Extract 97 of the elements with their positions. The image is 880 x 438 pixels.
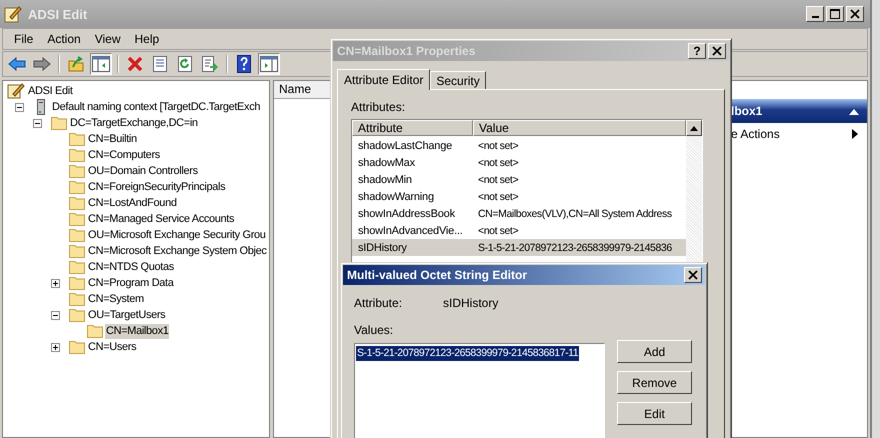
menu-item[interactable]: Help xyxy=(128,32,166,46)
folder-icon xyxy=(87,324,103,338)
attribute-name: showInAdvancedVie... xyxy=(357,224,464,236)
dialog-button[interactable]: Remove xyxy=(617,371,692,394)
attribute-row[interactable]: showInAddressBook CN=Mailboxes(VLV),CN=All System Address xyxy=(352,205,686,222)
close-button[interactable] xyxy=(846,6,864,22)
attribute-name: sIDHistory xyxy=(357,242,408,254)
tree-item[interactable]: CN=Microsoft Exchange System Objec xyxy=(87,244,268,258)
minimize-icon xyxy=(812,16,818,18)
attribute-value: S-1-5-21-2078972123-2658399979-2145836 xyxy=(477,242,672,254)
close-button[interactable] xyxy=(684,267,702,283)
collapse-icon[interactable] xyxy=(51,310,60,320)
attribute-name: shadowMin xyxy=(357,174,413,186)
close-icon xyxy=(712,46,722,56)
scroll-up-button[interactable] xyxy=(686,120,702,136)
maximize-icon xyxy=(830,9,840,19)
attribute-row[interactable]: shadowWarning <not set> xyxy=(352,188,686,205)
actions-title: lbox1 xyxy=(731,104,762,118)
menu-item[interactable]: View xyxy=(88,32,128,46)
notepad-icon xyxy=(4,5,22,23)
close-icon xyxy=(850,9,860,19)
folder-icon xyxy=(69,228,85,242)
folder-icon xyxy=(69,260,85,274)
folder-icon xyxy=(69,340,85,354)
tree-item[interactable]: CN=Builtin xyxy=(87,132,138,146)
attribute-name: shadowMax xyxy=(357,156,416,168)
folder-icon xyxy=(69,148,85,162)
folder-icon xyxy=(69,308,85,322)
attribute-name: sIDHistory xyxy=(443,296,498,310)
attribute-row[interactable]: shadowLastChange <not set> xyxy=(352,137,686,154)
maximize-button[interactable] xyxy=(826,6,844,22)
folder-icon xyxy=(69,132,85,146)
attribute-row[interactable]: shadowMin <not set> xyxy=(352,171,686,188)
collapse-icon[interactable] xyxy=(849,108,859,114)
tree-item[interactable]: CN=LostAndFound xyxy=(87,196,178,210)
minimize-button[interactable] xyxy=(806,6,824,22)
attribute-value: <not set> xyxy=(477,174,518,186)
folder-icon xyxy=(69,292,85,306)
expand-icon[interactable] xyxy=(51,342,60,352)
tree-item[interactable]: DC=TargetExchange,DC=in xyxy=(69,116,199,130)
attribute-label: Attribute: xyxy=(354,296,404,310)
dialog-title: CN=Mailbox1 Properties xyxy=(337,44,476,58)
tree-item[interactable]: Default naming context [TargetDC.TargetExch xyxy=(51,100,262,114)
attribute-value: <not set> xyxy=(477,140,518,152)
collapse-icon[interactable] xyxy=(33,118,42,128)
dialog-button[interactable]: Edit xyxy=(617,402,692,425)
window-title: ADSI Edit xyxy=(28,6,88,22)
expand-icon[interactable] xyxy=(51,278,60,288)
attribute-name: showInAddressBook xyxy=(357,208,456,220)
close-icon xyxy=(688,270,698,280)
folder-icon xyxy=(69,244,85,258)
collapse-icon[interactable] xyxy=(15,102,24,112)
attribute-name: shadowWarning xyxy=(357,190,435,202)
attribute-value: CN=Mailboxes(VLV),CN=All System Address xyxy=(477,208,672,220)
export-button[interactable] xyxy=(199,53,221,75)
tab[interactable]: Security xyxy=(430,71,486,89)
values-label: Values: xyxy=(354,323,394,337)
attribute-value: <not set> xyxy=(477,224,518,236)
tree-item[interactable]: CN=Managed Service Accounts xyxy=(87,212,236,226)
attribute-name: shadowLastChange xyxy=(357,140,454,152)
column-header[interactable]: Attribute xyxy=(352,120,473,136)
tree-item[interactable]: CN=Computers xyxy=(87,148,161,162)
menu-item[interactable]: Action xyxy=(40,32,88,46)
tree-item[interactable]: ADSI Edit xyxy=(27,84,74,98)
tree-item[interactable]: OU=Domain Controllers xyxy=(87,164,199,178)
tree-item[interactable]: CN=Program Data xyxy=(87,276,175,290)
attribute-row[interactable]: sIDHistory S-1-5-21-2078972123-2658399979-2145836 xyxy=(352,239,686,256)
submenu-arrow-icon xyxy=(852,129,858,139)
actions-header[interactable]: lbox1 xyxy=(731,99,867,123)
up-triangle-icon xyxy=(690,126,698,130)
tab[interactable]: Attribute Editor xyxy=(337,69,430,90)
attribute-value: <not set> xyxy=(477,156,518,168)
attributes-label: Attributes: xyxy=(351,100,406,114)
tree-item[interactable]: CN=System xyxy=(87,292,145,306)
attribute-value: <not set> xyxy=(477,190,518,202)
folder-icon xyxy=(69,212,85,226)
tree-toggle-button[interactable] xyxy=(90,53,112,75)
dialog-title: Multi-valued Octet String Editor xyxy=(347,268,528,282)
tree-item[interactable]: CN=Mailbox1 xyxy=(105,324,170,338)
dialog-button[interactable]: Add xyxy=(617,340,692,363)
menu-item[interactable]: File xyxy=(7,32,40,46)
folder-icon xyxy=(69,276,85,290)
tree-item[interactable]: CN=Users xyxy=(87,340,138,354)
action-pane-button[interactable] xyxy=(258,53,280,75)
tree-item[interactable]: CN=ForeignSecurityPrincipals xyxy=(87,180,226,194)
attribute-row[interactable]: showInAdvancedVie... <not set> xyxy=(352,222,686,239)
tree-item[interactable]: OU=Microsoft Exchange Security Grou xyxy=(87,228,267,242)
tree-item[interactable]: CN=NTDS Quotas xyxy=(87,260,175,274)
folder-icon xyxy=(69,196,85,210)
folder-icon xyxy=(51,116,67,130)
value-item[interactable]: S-1-5-21-2078972123-2658399979-2145836817-11 xyxy=(356,346,580,361)
folder-icon xyxy=(69,180,85,194)
column-header[interactable]: Value xyxy=(473,120,686,136)
notepad-icon xyxy=(7,83,25,99)
tree-item[interactable]: OU=TargetUsers xyxy=(87,308,166,322)
attribute-row[interactable]: shadowMax <not set> xyxy=(352,154,686,171)
folder-icon xyxy=(69,164,85,178)
